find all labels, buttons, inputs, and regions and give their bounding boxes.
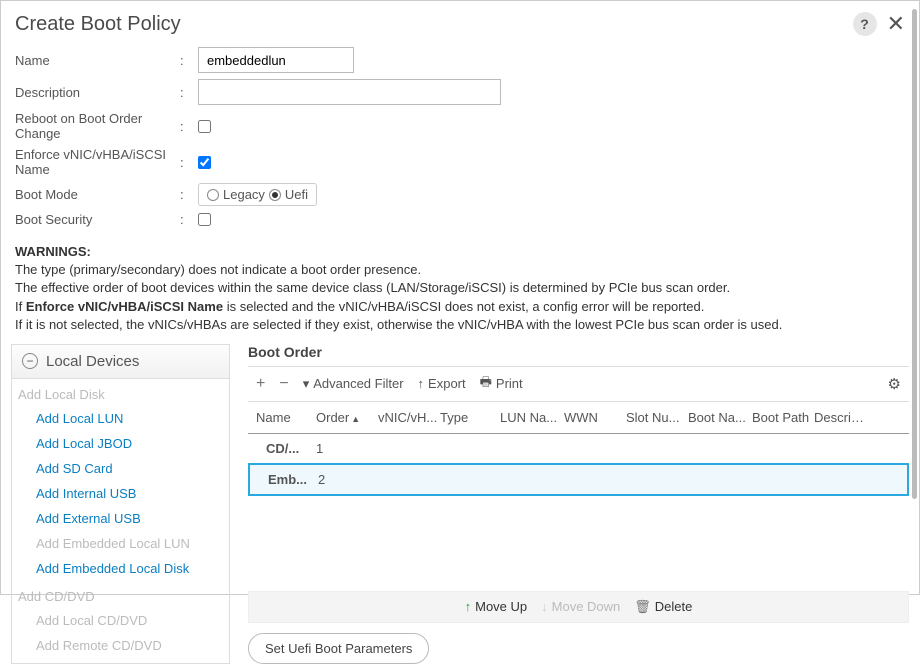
sidebar-item[interactable]: Add SD Card [12,456,229,481]
move-up-button[interactable]: ↑Move Up [465,599,528,614]
sidebar-item: Add Embedded Local LUN [12,531,229,556]
local-devices-title: Local Devices [46,353,139,370]
sidebar-item[interactable]: Add External USB [12,506,229,531]
enforce-checkbox[interactable] [198,156,211,169]
sidebar-item: Add Remote CD/DVD [12,633,229,658]
bootmode-radio-group: Legacy Uefi [198,183,317,206]
print-button[interactable]: 🖶Print [480,373,523,395]
sidebar-item: Add Local CD/DVD [12,608,229,633]
help-button[interactable]: ? [853,12,877,36]
remove-button[interactable]: − [279,376,288,392]
warnings-heading: WARNINGS: [15,244,91,259]
group-add-cd-dvd: Add CD/DVD [12,581,229,608]
cell-name: CD/... [256,441,316,456]
move-down-button: ↓Move Down [541,599,620,614]
boot-order-title: Boot Order [248,344,909,360]
col-desc[interactable]: Descript... [814,410,869,425]
trash-icon: 🗑 [634,599,651,615]
bootmode-legacy-radio[interactable]: Legacy [207,187,265,202]
col-type[interactable]: Type [440,410,500,425]
local-devices-panel: − Local Devices Add Local Disk Add Local… [11,344,230,664]
col-wwn[interactable]: WWN [564,410,626,425]
warnings-line-1: The type (primary/secondary) does not in… [15,261,905,279]
sidebar-item[interactable]: Add Local JBOD [12,431,229,456]
cell-order: 2 [318,472,380,487]
sidebar-item[interactable]: Add Local LUN [12,406,229,431]
warnings-line-4: If it is not selected, the vNICs/vHBAs a… [15,316,905,334]
cell-name: Emb... [258,472,318,487]
local-devices-header[interactable]: − Local Devices [12,345,229,379]
warnings-line-3: If Enforce vNIC/vHBA/iSCSI Name is selec… [15,298,905,316]
reboot-checkbox[interactable] [198,120,211,133]
close-button[interactable]: ✕ [887,11,905,37]
arrow-up-icon: ↑ [465,599,472,614]
table-row[interactable]: Emb... 2 [248,463,909,496]
reboot-label: Reboot on Boot Order Change [15,111,180,141]
col-lun[interactable]: LUN Na... [500,410,564,425]
sidebar-item[interactable]: Add Embedded Local Disk [12,556,229,581]
bootsecurity-checkbox[interactable] [198,213,211,226]
add-button[interactable]: + [256,376,265,392]
description-label: Description [15,85,180,100]
delete-button[interactable]: 🗑Delete [634,599,692,615]
export-icon: ↑ [418,376,425,391]
name-input[interactable] [198,47,354,73]
group-add-local-disk: Add Local Disk [12,379,229,406]
boot-order-toolbar: + − ▾Advanced Filter ↑Export 🖶Print ⚙ [248,366,909,402]
gear-icon: ⚙ [888,375,901,393]
col-bootpath[interactable]: Boot Path [752,410,814,425]
dialog-title: Create Boot Policy [15,13,853,36]
arrow-down-icon: ↓ [541,599,548,614]
col-order[interactable]: Order▲ [316,410,378,425]
description-input[interactable] [198,79,501,105]
warnings-line-2: The effective order of boot devices with… [15,279,905,297]
bootmode-legacy-label: Legacy [223,187,265,202]
bootmode-label: Boot Mode [15,187,180,202]
bootsecurity-label: Boot Security [15,212,180,227]
enforce-label: Enforce vNIC/vHBA/iSCSI Name [15,147,180,177]
col-slot[interactable]: Slot Nu... [626,410,688,425]
name-label: Name [15,53,180,68]
bootmode-uefi-label: Uefi [285,187,308,202]
col-vnic[interactable]: vNIC/vH... [378,410,440,425]
export-button[interactable]: ↑Export [418,376,466,391]
settings-button[interactable]: ⚙ [888,375,901,393]
warnings-block: WARNINGS: The type (primary/secondary) d… [1,243,919,344]
scrollbar[interactable] [912,9,917,499]
set-uefi-boot-parameters-button[interactable]: Set Uefi Boot Parameters [248,633,429,664]
row-actions-bar: ↑Move Up ↓Move Down 🗑Delete [248,591,909,623]
table-header-row: Name Order▲ vNIC/vH... Type LUN Na... WW… [248,402,909,434]
sort-asc-icon: ▲ [351,414,360,424]
bootmode-uefi-radio[interactable]: Uefi [269,187,308,202]
cell-order: 1 [316,441,378,456]
collapse-icon[interactable]: − [22,353,38,369]
sidebar-item[interactable]: Add Internal USB [12,481,229,506]
col-name[interactable]: Name [256,410,316,425]
filter-icon: ▾ [303,376,310,392]
table-row[interactable]: CD/... 1 [248,434,909,464]
advanced-filter-button[interactable]: ▾Advanced Filter [303,376,404,392]
col-bootna[interactable]: Boot Na... [688,410,752,425]
print-icon: 🖶 [480,373,492,395]
